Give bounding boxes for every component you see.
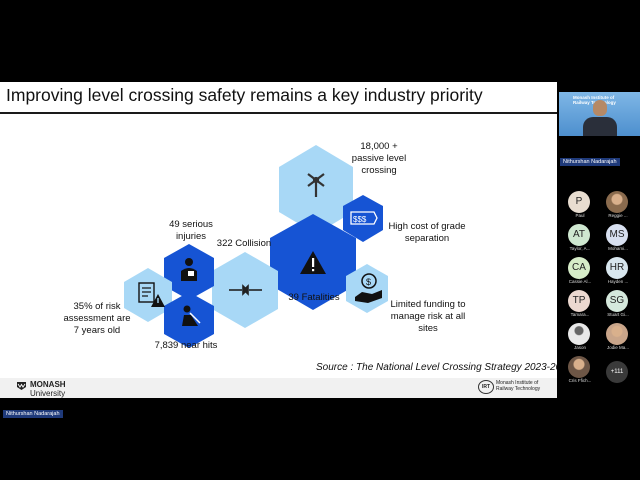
participant-name: Stuart Gi... [607,312,629,317]
label-risk-assessment: 35% of risk assessment are 7 years old [63,301,131,336]
presenter-video[interactable]: Monash Institute of Railway Technology [559,92,640,136]
participant-name: Mohami... [608,246,628,251]
participant-name: Jason [573,345,586,350]
presenter-head [593,100,607,116]
participant-name: Reggie ... [608,213,628,218]
presenter-name-tag: Nithurshan Nadarajah [560,158,620,166]
participant-avatar: P [568,191,590,213]
participant-name: Cassie Al... [568,279,592,284]
participant-avatar: +111 [606,361,628,383]
slide-footer [0,378,557,398]
participant-name: Jodie Ma... [606,345,629,350]
label-collision: 322 Collision [216,238,272,249]
mirt-logo-mark: IRT [478,380,494,394]
label-grade-separation: High cost of grade separation [388,221,466,244]
source-citation: Source : The National Level Crossing Str… [316,362,557,373]
monash-sub: University [30,389,66,398]
participant-tile[interactable]: Cris Ffich... [560,353,600,393]
participant-avatar: AT [568,224,590,246]
participant-name: Tamara... [570,312,590,317]
mirt-logo: IRTMonash Institute of Railway Technology [478,380,540,394]
label-funding: Limited funding to manage risk at all si… [390,299,466,334]
self-view-name-tag: Nithurshan Nadarajah [3,410,63,418]
monash-logo: MONASH University [16,380,66,398]
mirt-line2: Railway Technology [496,386,541,392]
participant-avatar: HR [606,257,628,279]
participant-name: Paul [575,213,585,218]
slide: Improving level crossing safety remains … [0,82,557,398]
label-passive-crossing: 18,000 + passive level crossing [351,141,407,176]
participant-avatar: CA [568,257,590,279]
participant-avatar [606,191,628,213]
monash-shield-icon [17,382,26,390]
label-injuries: 49 serious injuries [169,219,213,242]
svg-text:$: $ [366,277,371,287]
participant-avatar [606,323,628,345]
participant-avatar: TP [568,290,590,312]
participant-name: Cris Ffich... [568,378,592,383]
presenter-body [583,117,617,136]
label-fatalities: 39 Fatalities [288,292,340,303]
participant-tile[interactable]: +111 [598,353,638,393]
participant-avatar: MS [606,224,628,246]
label-near-hits: 7,839 near hits [154,340,218,351]
participant-avatar: SG [606,290,628,312]
monash-name: MONASH [30,380,66,389]
participant-name: Taylor, A... [569,246,591,251]
svg-text:$$$: $$$ [353,215,367,224]
participant-name: Hayden ... [607,279,629,284]
hexagon-diagram: $$$ $ [124,145,388,348]
participant-avatar [568,323,590,345]
participant-avatar [568,356,590,378]
